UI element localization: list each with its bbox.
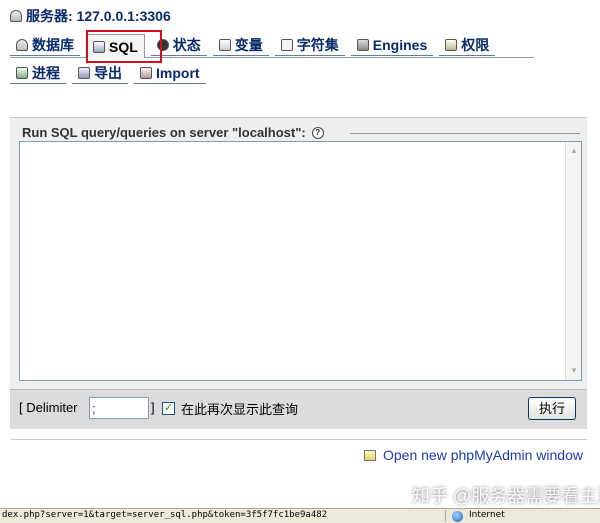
- tab-import[interactable]: Import: [134, 62, 206, 84]
- help-icon[interactable]: ?: [311, 126, 324, 139]
- status-url: dex.php?server=1&target=server_sql.php&t…: [2, 510, 328, 520]
- sql-query-legend: Run SQL query/queries on server "localho…: [20, 125, 326, 140]
- tab-databases[interactable]: 数据库: [10, 34, 80, 56]
- tab-label: 进程: [32, 64, 60, 81]
- legend-text: Run SQL query/queries on server "localho…: [22, 125, 306, 140]
- textarea-scrollbar[interactable]: ▲ ▼: [565, 142, 581, 380]
- tab-label: Engines: [372, 36, 428, 53]
- tab-export[interactable]: 导出: [72, 62, 128, 84]
- delimiter-input[interactable]: ;: [89, 397, 149, 419]
- open-new-window-link[interactable]: Open new phpMyAdmin window: [383, 447, 583, 463]
- watermark: 知乎 @服务器需要看主页: [412, 486, 600, 506]
- show-query-again-checkbox[interactable]: ✓: [162, 402, 175, 415]
- tab-charsets[interactable]: 字符集: [274, 34, 345, 56]
- server-label: 服务器: 127.0.0.1:3306: [26, 8, 171, 24]
- tab-row-primary: 数据库 SQL 状态 变量 字符集 Engines 权限: [10, 34, 501, 58]
- tab-label: 导出: [94, 64, 122, 81]
- export-icon: [78, 66, 90, 79]
- tab-label: 变量: [234, 36, 263, 53]
- tab-variables[interactable]: 变量: [212, 34, 269, 56]
- globe-icon: [452, 511, 463, 522]
- processes-icon: [16, 66, 28, 79]
- charset-icon: [280, 38, 293, 51]
- sql-query-textarea[interactable]: ▲ ▼: [19, 141, 582, 381]
- scroll-up-icon[interactable]: ▲: [567, 144, 581, 158]
- server-title: 服务器: 127.0.0.1:3306: [10, 6, 171, 26]
- tab-engines[interactable]: Engines: [350, 34, 434, 56]
- tab-label: 字符集: [296, 36, 339, 53]
- execute-button[interactable]: 执行: [528, 397, 576, 420]
- engines-icon: [356, 38, 369, 51]
- privileges-icon: [445, 38, 458, 51]
- zone-label: Internet: [469, 510, 505, 520]
- import-icon: [140, 66, 152, 79]
- new-window-icon[interactable]: [364, 450, 376, 461]
- database-icon: [16, 38, 28, 51]
- delimiter-label: [ Delimiter: [19, 400, 78, 415]
- status-divider: [445, 510, 446, 522]
- delimiter-close-bracket: ]: [151, 400, 155, 415]
- browser-status-bar: dex.php?server=1&target=server_sql.php&t…: [0, 508, 600, 523]
- tab-row-secondary: 进程 导出 Import: [10, 62, 212, 84]
- show-query-again-label: 在此再次显示此查询: [181, 402, 299, 417]
- tab-label: 权限: [461, 36, 490, 53]
- tab-label: Import: [156, 64, 200, 81]
- tab-privileges[interactable]: 权限: [439, 34, 496, 56]
- separator: [10, 439, 587, 440]
- sql-tab-highlight: [86, 30, 162, 63]
- tab-label: 数据库: [32, 36, 74, 53]
- tab-label: 状态: [172, 36, 201, 53]
- legend-rule: [350, 133, 580, 134]
- scroll-down-icon[interactable]: ▼: [567, 364, 581, 378]
- tab-processes[interactable]: 进程: [10, 62, 66, 84]
- server-icon: [10, 10, 22, 22]
- variables-icon: [218, 38, 231, 51]
